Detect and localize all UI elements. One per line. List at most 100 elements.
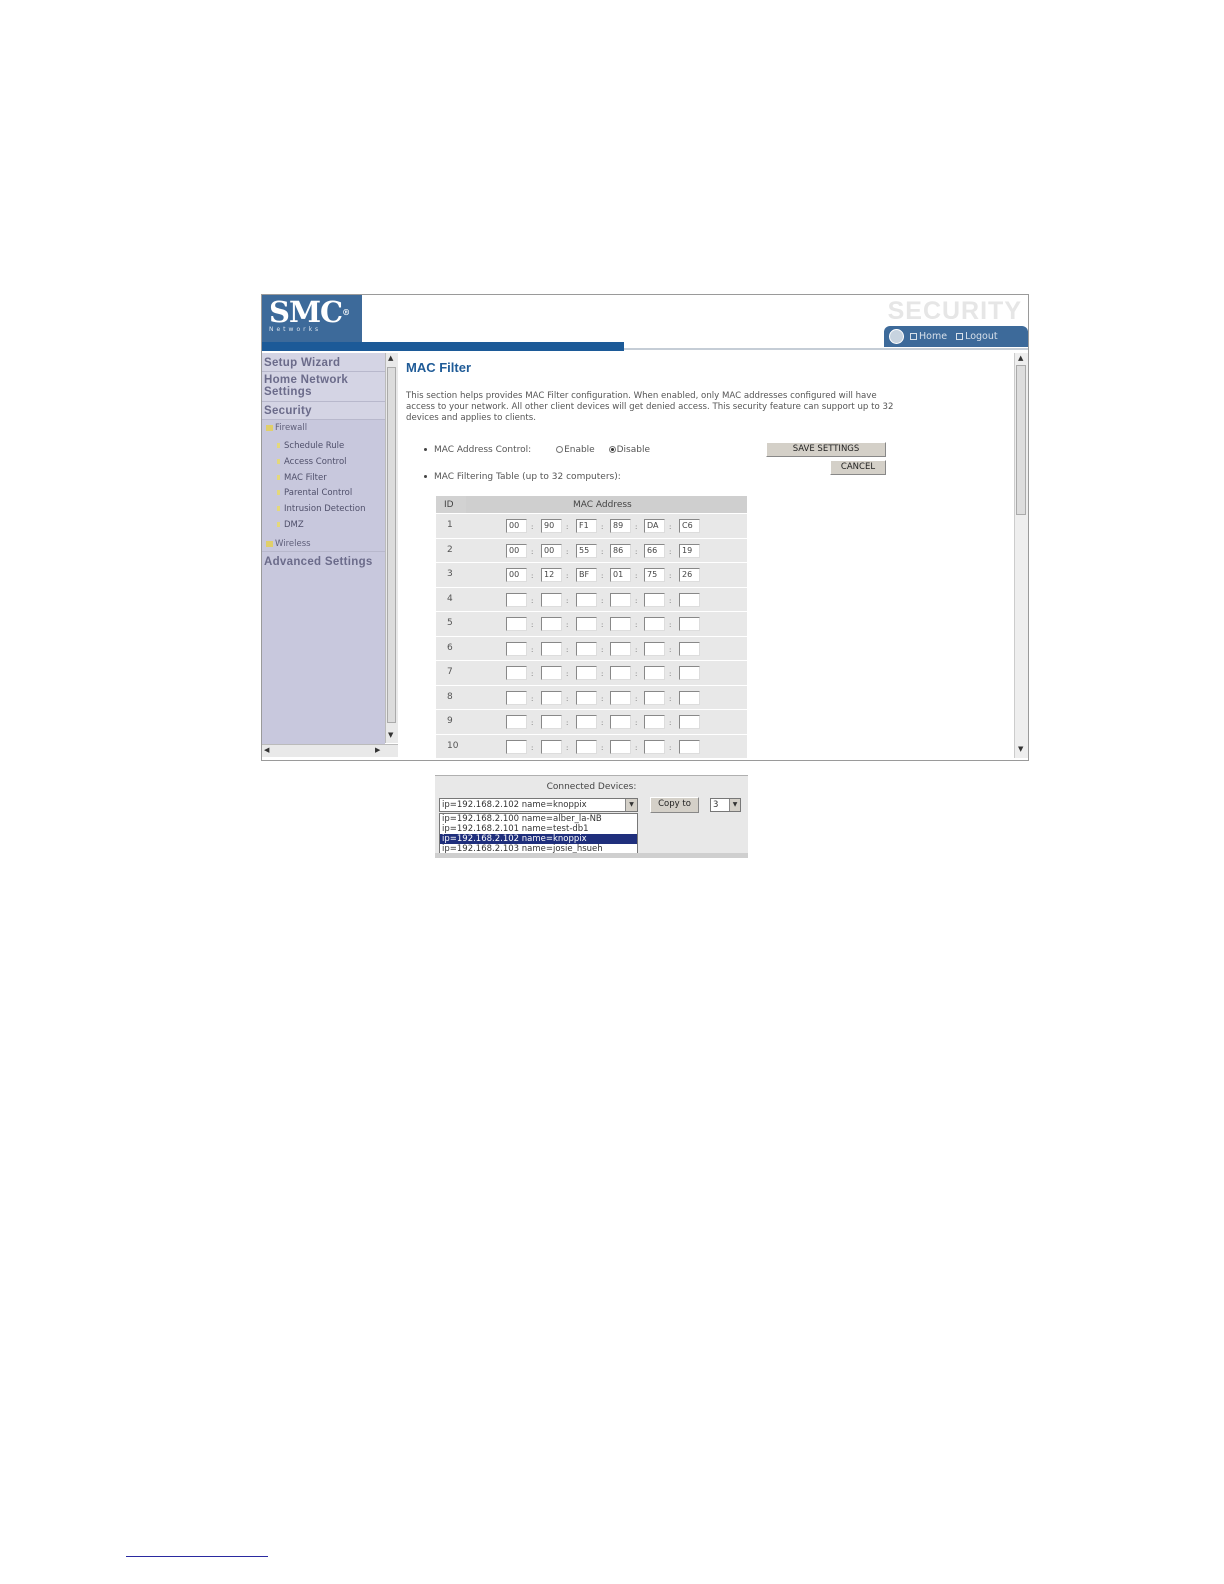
mac-octet-input[interactable] <box>679 715 700 729</box>
home-link[interactable]: Home <box>910 331 947 342</box>
copy-to-button[interactable]: Copy to <box>650 797 699 813</box>
mac-octet-input[interactable] <box>506 666 527 680</box>
mac-octet-input[interactable] <box>679 641 700 656</box>
scroll-up-icon[interactable]: ▲ <box>388 354 393 362</box>
sidebar-item-advanced-settings[interactable]: Advanced Settings <box>264 556 373 568</box>
mac-octet-input[interactable] <box>506 641 527 656</box>
mac-octet-input[interactable] <box>576 666 597 680</box>
mac-octet-input[interactable]: 86 <box>610 543 631 558</box>
content-vertical-scrollbar[interactable]: ▲ ▼ <box>1014 353 1028 758</box>
sidebar-item-parental-control[interactable]: Parental Control <box>277 488 352 498</box>
device-option[interactable]: ip=192.168.2.100 name=alber_la-NB <box>440 814 637 824</box>
mac-octet-input[interactable] <box>679 617 700 631</box>
mac-octet-input[interactable]: 00 <box>506 543 527 558</box>
mac-octet-input[interactable]: 90 <box>541 519 562 533</box>
sidebar-item-home-network-settings[interactable]: Home Network Settings <box>264 374 374 398</box>
sidebar-item-schedule-rule[interactable]: Schedule Rule <box>277 441 344 451</box>
sidebar-item-mac-filter[interactable]: MAC Filter <box>277 473 327 483</box>
sidebar-vertical-scrollbar[interactable]: ▲ ▼ <box>385 353 398 743</box>
mac-octet-input[interactable] <box>610 715 631 729</box>
mac-octet-input[interactable]: 12 <box>541 568 562 582</box>
logout-link[interactable]: Logout <box>956 331 998 342</box>
mac-octet-input[interactable] <box>576 617 597 631</box>
mac-octet-input[interactable]: 00 <box>506 568 527 582</box>
mac-octet-input[interactable] <box>506 739 527 754</box>
row-id: 3 <box>447 569 453 579</box>
scroll-up-icon[interactable]: ▲ <box>1018 354 1023 362</box>
mac-octet-input[interactable]: 00 <box>506 519 527 533</box>
sidebar-item-firewall[interactable]: Firewall <box>266 423 307 433</box>
mac-octet-input[interactable] <box>644 617 665 631</box>
device-option[interactable]: ip=192.168.2.101 name=test-db1 <box>440 824 637 834</box>
mac-octet-input[interactable] <box>576 715 597 729</box>
scroll-left-icon[interactable]: ◀ <box>264 746 269 754</box>
save-settings-button[interactable]: SAVE SETTINGS <box>766 442 886 457</box>
mac-octet-input[interactable] <box>610 617 631 631</box>
mac-octet-input[interactable] <box>610 739 631 754</box>
mac-octet-input[interactable] <box>541 617 562 631</box>
mac-octet-input[interactable]: BF <box>576 568 597 582</box>
mac-octet-input[interactable] <box>506 592 527 607</box>
sidebar-item-dmz[interactable]: DMZ <box>277 520 304 530</box>
mac-octet-input[interactable]: 26 <box>679 568 700 582</box>
device-option[interactable]: ip=192.168.2.102 name=knoppix <box>440 834 637 844</box>
mac-octet-input[interactable] <box>506 690 527 705</box>
mac-octet-input[interactable] <box>644 715 665 729</box>
folder-icon <box>266 424 273 431</box>
mac-octet-input[interactable] <box>576 592 597 607</box>
enable-radio[interactable] <box>556 446 564 453</box>
scroll-thumb[interactable] <box>1016 365 1026 515</box>
mac-octet-input[interactable] <box>610 641 631 656</box>
mac-octet-input[interactable] <box>541 715 562 729</box>
table-row: 9::::: <box>436 709 747 734</box>
scroll-down-icon[interactable]: ▼ <box>388 731 393 739</box>
chevron-down-icon[interactable]: ▼ <box>625 799 637 811</box>
mac-octet-input[interactable] <box>644 641 665 656</box>
sidebar-item-intrusion-detection[interactable]: Intrusion Detection <box>277 504 365 514</box>
mac-octet-input[interactable]: DA <box>644 519 665 533</box>
connected-devices-select[interactable]: ip=192.168.2.102 name=knoppix ▼ <box>439 798 638 812</box>
mac-octet-input[interactable] <box>610 690 631 705</box>
sidebar-item-security[interactable]: Security <box>264 405 312 417</box>
mac-octet-input[interactable] <box>644 666 665 680</box>
mac-octet-input[interactable]: 19 <box>679 543 700 558</box>
sidebar-item-wireless[interactable]: Wireless <box>266 539 311 549</box>
mac-octet-input[interactable] <box>644 739 665 754</box>
mac-octet-input[interactable] <box>610 592 631 607</box>
mac-octet-input[interactable] <box>576 690 597 705</box>
copy-target-select[interactable]: 3 ▼ <box>710 798 741 812</box>
scroll-down-icon[interactable]: ▼ <box>1018 745 1023 753</box>
mac-octet-input[interactable]: F1 <box>576 519 597 533</box>
sidebar-horizontal-scrollbar[interactable]: ◀ ▶ <box>262 744 398 757</box>
sidebar-item-setup-wizard[interactable]: Setup Wizard <box>264 357 340 369</box>
chevron-down-icon[interactable]: ▼ <box>729 799 740 811</box>
mac-octet-input[interactable] <box>506 715 527 729</box>
mac-octet-input[interactable] <box>541 592 562 607</box>
sidebar-item-access-control[interactable]: Access Control <box>277 457 347 467</box>
mac-octet-input[interactable] <box>576 641 597 656</box>
scroll-right-icon[interactable]: ▶ <box>375 746 380 754</box>
mac-octet-input[interactable] <box>576 739 597 754</box>
mac-octet-input[interactable]: 75 <box>644 568 665 582</box>
mac-octet-input[interactable]: 01 <box>610 568 631 582</box>
mac-octet-input[interactable]: 89 <box>610 519 631 533</box>
mac-octet-input[interactable] <box>644 690 665 705</box>
mac-octet-input[interactable]: 00 <box>541 543 562 558</box>
mac-octet-input[interactable] <box>679 592 700 607</box>
mac-octet-input[interactable] <box>679 666 700 680</box>
mac-octet-input[interactable]: 66 <box>644 543 665 558</box>
cancel-button[interactable]: CANCEL <box>830 460 886 475</box>
mac-octet-input[interactable] <box>644 592 665 607</box>
mac-octet-input[interactable] <box>610 666 631 680</box>
mac-octet-input[interactable]: C6 <box>679 519 700 533</box>
mac-octet-input[interactable]: 55 <box>576 543 597 558</box>
mac-octet-input[interactable] <box>541 666 562 680</box>
scroll-thumb[interactable] <box>387 367 396 723</box>
mac-octet-input[interactable] <box>679 739 700 754</box>
mac-octet-input[interactable] <box>541 690 562 705</box>
mac-octet-input[interactable] <box>679 690 700 705</box>
disable-radio[interactable] <box>608 446 616 453</box>
mac-octet-input[interactable] <box>506 617 527 631</box>
mac-octet-input[interactable] <box>541 641 562 656</box>
mac-octet-input[interactable] <box>541 739 562 754</box>
